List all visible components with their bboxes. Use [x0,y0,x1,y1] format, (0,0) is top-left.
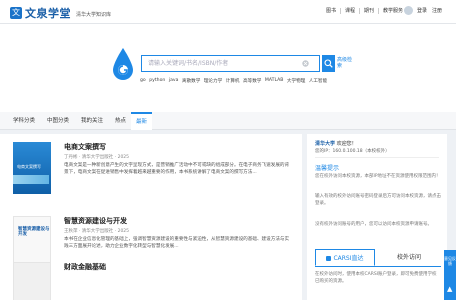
tip-3: 没有校外访问账号的用户，您可以访问本校资源申请账号。 [315,222,432,227]
book-desc: 电商文案是一种新创意产生的文字呈现方式，是营销推广活动中不可或缺的组成部分。在电… [64,163,290,176]
nav-books[interactable]: 图书 [322,8,340,14]
nav-teaching-service[interactable]: 教学服务 [378,8,407,14]
tab-campus[interactable]: 校外访问 [377,249,441,266]
hot-word[interactable]: 理论力学 [204,78,222,84]
hot-word[interactable]: 大学物理 [287,78,305,84]
tab-clc[interactable]: 中图分类 [42,112,74,130]
tips-title: 温馨提示 [315,165,340,172]
hot-word[interactable]: go [140,78,146,84]
tab-following[interactable]: 我的关注 [76,112,108,130]
advanced-search-link[interactable]: 高级检索 [337,57,353,69]
cover-stripe [13,175,49,184]
book-cover[interactable] [13,262,51,300]
hot-word[interactable]: 离散数学 [182,78,200,84]
book-title[interactable]: 电商文案撰写 [64,142,106,152]
tab-latest[interactable]: 最新 [131,112,153,130]
category-tabs: 学科分类 中图分类 我的关注 热点 最新 [0,112,456,130]
search-icon [324,59,333,68]
divider [315,157,439,158]
top-nav: 图书 课程 期刊 教学服务 [322,8,407,14]
book-meta: 丁丹彬 · 清华大学出版社 · 2025 [64,155,130,160]
user-area: 登录 注册 [404,6,447,15]
site-logo[interactable]: 文 文泉学堂 清华大学知识库 [10,5,111,21]
feedback-label: 意见反馈 [444,256,456,266]
cover-title: 电商文案撰写 [17,164,41,169]
book-meta: 王秋萍 · 清华大学出版社 · 2025 [64,229,130,234]
ip-label: 您的IP： [315,149,333,154]
tip-2: 输入有效的校外访问账号密码登录后方可访问本校资源，请点击登录。 [315,194,441,206]
ip-line: 您的IP：160.0.100.18（本校校外） [315,148,390,154]
sidebar: 清华大学 欢迎您！ 您的IP：160.0.100.18（本校校外） 温馨提示 您… [307,134,447,300]
hot-word[interactable]: 高等数学 [243,78,261,84]
hot-word[interactable]: 人工智能 [309,78,327,84]
tab-hot[interactable]: 热点 [110,112,131,130]
register-link[interactable]: 注册 [432,7,442,14]
book-title[interactable]: 财政金融基础 [64,262,106,272]
book-desc: 本书在企业信息化管理的基础上，强调智慧资源建设的重要性与紧迫性，从智慧资源建设的… [64,237,290,250]
carsi-text: 在校外访问时，使用本校CARSI账户登录，即可免费使用学校已购买的资源。 [315,272,437,284]
tip-1: 您在校外访问本校资源，本部IP地址不在资源使用权限范围内！ [315,174,441,179]
book-cover[interactable]: 智慧资源建设与开发 [13,216,51,268]
back-to-top-icon[interactable]: ▲ [447,285,452,293]
tab-carsi-label: CARSI直达 [333,255,364,262]
logo-badge: 文 [10,7,22,19]
access-tabs: CARSI直达 校外访问 [315,249,441,267]
brand-drop-icon [113,48,133,80]
hot-word[interactable]: MATLAB [265,78,284,84]
tab-carsi[interactable]: CARSI直达 [315,249,375,266]
search-box [141,55,320,72]
tab-subject[interactable]: 学科分类 [8,112,40,130]
cover-title: 智慧资源建设与开发 [18,227,50,237]
welcome-label: 欢迎您！ [336,141,357,147]
logo-subtitle: 清华大学知识库 [76,12,112,18]
clear-icon[interactable] [302,60,309,67]
hot-word[interactable]: python [149,78,165,84]
book-cover[interactable]: 电商文案撰写 [13,142,51,194]
ip-value: 160.0.100.18（本校校外） [332,149,390,154]
hot-words: go python java 离散数学 理论力学 计算机 高等数学 MATLAB… [140,78,331,84]
search-hero: 高级检索 go python java 离散数学 理论力学 计算机 高等数学 M… [0,24,456,112]
welcome-text: 清华大学 欢迎您！ [315,140,357,147]
org-name: 清华大学 [315,141,336,147]
login-link[interactable]: 登录 [417,7,427,14]
nav-journals[interactable]: 期刊 [359,8,378,14]
nav-courses[interactable]: 课程 [340,8,359,14]
avatar[interactable] [404,6,413,15]
book-title[interactable]: 智慧资源建设与开发 [64,216,127,226]
hot-word[interactable]: 计算机 [226,78,240,84]
lock-icon [326,256,332,261]
book-list: 电商文案撰写 电商文案撰写 丁丹彬 · 清华大学出版社 · 2025 电商文案是… [0,134,302,300]
logo-text: 文泉学堂 [25,7,71,20]
search-button[interactable] [322,55,335,72]
search-input[interactable] [148,56,298,71]
top-bar: 文 文泉学堂 清华大学知识库 图书 课程 期刊 教学服务 登录 注册 [0,0,456,24]
hot-word[interactable]: java [169,78,179,84]
